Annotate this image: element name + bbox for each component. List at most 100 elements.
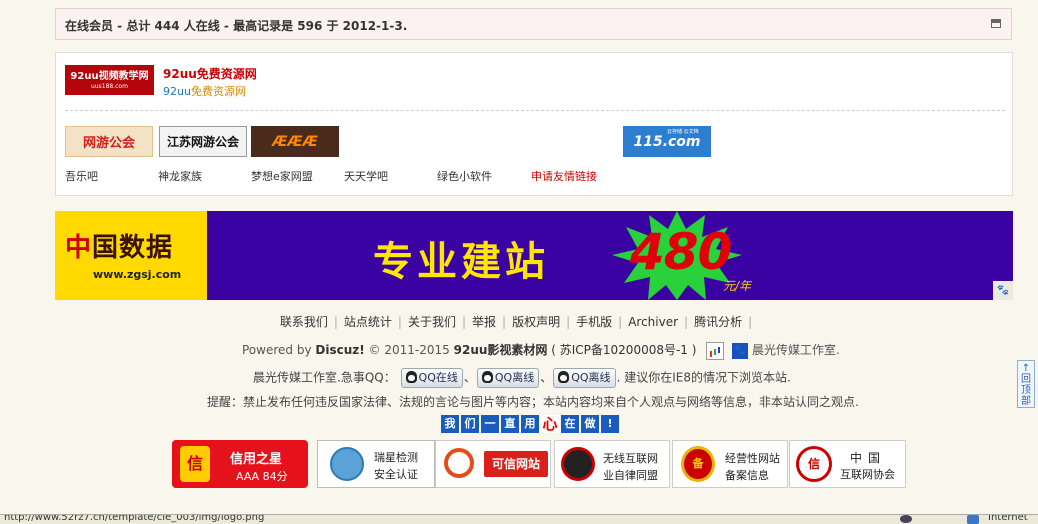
featured-link-logo[interactable]: 92uu视频教学网 uus188.com — [65, 65, 154, 95]
qq-penguin-icon — [481, 371, 493, 383]
qq-offline-button[interactable]: QQ离线 — [553, 368, 616, 388]
qq-penguin-icon — [558, 371, 570, 383]
nav-report[interactable]: 举报 — [472, 315, 496, 329]
nav-contact[interactable]: 联系我们 — [280, 315, 328, 329]
banner-logo: 中国数据 www.zgsj.com — [55, 211, 207, 300]
site-name-link[interactable]: 92uu影视素材网 — [454, 343, 548, 357]
link-name[interactable]: 绿色小软件 — [437, 168, 492, 184]
up-arrow-icon: ↑ — [1021, 363, 1031, 374]
online-members-text: 在线会员 - 总计 444 人在线 - 最高记录是 596 于 2012-1-3… — [65, 19, 408, 33]
ruixing-line1: 瑞星检测 — [374, 451, 418, 464]
status-zone: Internet — [988, 514, 1028, 523]
featured-link-subtitle[interactable]: 92uu免费资源网 — [163, 83, 246, 99]
credit-title: 信用之星 — [230, 452, 283, 467]
society-line2: 互联网协会 — [840, 468, 895, 481]
link-logo-wangyou[interactable]: 网游公会 — [65, 126, 153, 157]
qq-button-label: QQ离线 — [494, 371, 535, 384]
qq-penguin-icon — [405, 371, 417, 383]
slogan-banner: 我 们 一 直 用 心 在 做 ! — [441, 415, 619, 435]
credit-star-badge[interactable]: 信 信用之星 AAA 84分 — [172, 440, 308, 488]
banner-price-unit: 元/年 — [723, 279, 752, 293]
banner-logo-rest: 国数据 — [92, 233, 174, 263]
logo-115-tag: 云存储·云文档 — [667, 129, 699, 135]
link-name[interactable]: 神龙家族 — [158, 168, 202, 184]
slogan-char: 直 — [501, 415, 519, 433]
internet-society-badge[interactable]: 信 中国 互联网协会 — [789, 440, 906, 488]
contact-line: 晨光传媒工作室.急事QQ： QQ在线、 QQ离线、 QQ离线. 建议你在IE8的情况… — [253, 368, 791, 388]
nav-stats[interactable]: 站点统计 — [344, 315, 392, 329]
banner-slogan: 专业建站 — [373, 239, 549, 285]
link-logo-jiangsu[interactable]: 江苏网游公会 — [159, 126, 247, 157]
wireless-alliance-badge[interactable]: 无线互联网 业自律同盟 — [554, 440, 670, 488]
baidu-paw-icon[interactable]: 🐾 — [732, 342, 749, 359]
icp-link[interactable]: ( 苏ICP备10200008号-1 ) — [551, 343, 696, 357]
banner-logo-url: www.zgsj.com — [93, 268, 182, 281]
slogan-char: 们 — [461, 415, 479, 433]
paw-icon: 🐾 — [993, 281, 1013, 300]
nav-tencent-analytics[interactable]: 腾讯分析 — [694, 315, 742, 329]
browser-status-bar: http://www.52rz7.cn/template/cie_003/img… — [0, 514, 1038, 524]
banner-logo-zhong: 中 — [65, 233, 93, 263]
qq-online-button[interactable]: QQ在线 — [400, 368, 463, 388]
nav-copyright[interactable]: 版权声明 — [512, 315, 560, 329]
seal-icon: 信 — [796, 446, 832, 482]
featured-logo-url: uus188.com — [91, 83, 128, 90]
wireless-line1: 无线互联网 — [603, 452, 658, 465]
slogan-char: 用 — [521, 415, 539, 433]
copyright-years: © 2011-2015 — [368, 343, 450, 357]
legal-notice: 提醒：禁止发布任何违反国家法律、法规的言论与图片等内容；本站内容均来自个人观点与… — [207, 395, 859, 409]
studio-name: 晨光传媒工作室. — [751, 343, 840, 357]
credit-icon: 信 — [180, 446, 210, 482]
link-logo-115[interactable]: 115.com 云存储·云文档 — [623, 126, 711, 157]
cnzz-stats-icon[interactable] — [706, 341, 725, 360]
featured-subtitle-part2: 免费资源网 — [190, 85, 246, 98]
banner-logo-name: 中国数据 — [65, 227, 173, 264]
featured-subtitle-part1: 92uu — [163, 85, 191, 98]
link-name[interactable]: 天天学吧 — [344, 168, 388, 184]
nav-about[interactable]: 关于我们 — [408, 315, 456, 329]
back-to-top-label: 回顶部 — [1021, 374, 1031, 407]
wireless-line2: 业自律同盟 — [603, 469, 658, 482]
credit-rating: AAA 84分 — [236, 470, 288, 483]
ruixing-line2: 安全认证 — [374, 468, 418, 481]
discuz-link[interactable]: Discuz! — [315, 343, 364, 357]
privacy-icon[interactable] — [900, 515, 912, 523]
powered-prefix: Powered by — [242, 343, 312, 357]
slogan-char: 一 — [481, 415, 499, 433]
business-filing-badge[interactable]: 备 经营性网站 备案信息 — [672, 440, 788, 488]
emblem-icon: 备 — [681, 446, 715, 482]
back-to-top-button[interactable]: ↑ 回顶部 — [1017, 360, 1035, 408]
contact-suffix: . 建议你在IE8的情况下浏览本站. — [616, 370, 791, 385]
link-name[interactable]: 梦想e家网盟 — [251, 168, 313, 184]
featured-link-title[interactable]: 92uu免费资源网 — [163, 65, 257, 82]
slogan-char: 做 — [581, 415, 599, 433]
qq-button-label: QQ离线 — [571, 371, 611, 384]
featured-logo-text: 92uu视频教学网 — [70, 71, 149, 82]
divider — [65, 110, 1005, 111]
slogan-char: ! — [601, 415, 619, 433]
heart-icon: 心 — [541, 415, 559, 433]
ad-banner[interactable]: 中国数据 www.zgsj.com 专业建站 480 元/年 🐾 — [55, 211, 1013, 300]
slogan-char: 我 — [441, 415, 459, 433]
filing-line1: 经营性网站 — [725, 452, 780, 465]
nav-archiver[interactable]: Archiver — [628, 315, 678, 329]
filing-line2: 备案信息 — [725, 469, 769, 482]
alliance-icon — [561, 447, 595, 481]
nav-mobile[interactable]: 手机版 — [576, 315, 612, 329]
shield-icon — [330, 447, 364, 481]
status-url: http://www.52rz7.cn/template/cie_003/img… — [4, 514, 265, 523]
banner-price: 480 — [630, 223, 732, 281]
society-line1: 中国 — [850, 451, 887, 465]
trusted-site-badge[interactable]: 可信网站 — [435, 440, 551, 488]
swirl-icon — [444, 448, 474, 478]
apply-link-button[interactable]: 申请友情链接 — [531, 168, 597, 184]
collapse-icon[interactable] — [991, 19, 1001, 28]
link-name[interactable]: 吾乐吧 — [65, 168, 98, 184]
qq-offline-button[interactable]: QQ离线 — [476, 368, 540, 388]
ruixing-badge[interactable]: 瑞星检测 安全认证 — [317, 440, 435, 488]
slogan-char: 在 — [561, 415, 579, 433]
link-logo-mengxiang[interactable]: ÆÆÆ — [251, 126, 339, 157]
footer-nav: 联系我们 | 站点统计 | 关于我们 | 举报 | 版权声明 | 手机版 | Archiver | 腾讯分析… — [279, 315, 753, 329]
powered-by-line: Powered by Discuz! © 2011-2015 92uu影视素材网… — [242, 341, 840, 360]
qq-button-label: QQ在线 — [418, 371, 458, 384]
